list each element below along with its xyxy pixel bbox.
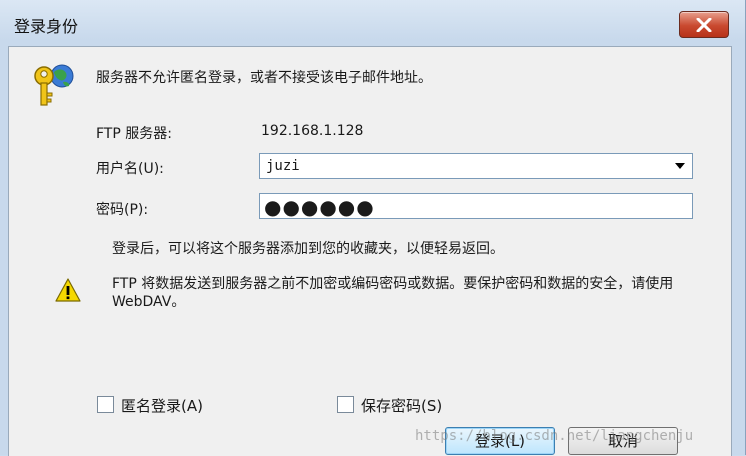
save-password-label[interactable]: 保存密码(S) bbox=[361, 395, 442, 416]
warning-icon bbox=[55, 278, 81, 302]
close-icon bbox=[696, 17, 712, 32]
security-warning: FTP 将数据发送到服务器之前不加密或编码密码或数据。要保护密码和数据的安全，请… bbox=[112, 276, 674, 310]
anonymous-checkbox[interactable] bbox=[97, 396, 114, 413]
anonymous-label[interactable]: 匿名登录(A) bbox=[121, 395, 203, 416]
favorites-note: 登录后，可以将这个服务器添加到您的收藏夹，以便轻易返回。 bbox=[112, 241, 504, 257]
login-button[interactable]: 登录(L) bbox=[445, 427, 555, 455]
dialog-title: 登录身份 bbox=[14, 17, 79, 36]
username-label: 用户名(U): bbox=[96, 161, 164, 177]
password-value[interactable]: ●●●●●● bbox=[264, 195, 375, 219]
login-dialog: 登录身份 服务器不允许匿名登录，或者不接受该电子邮件地址。 FTP 服务器: 1… bbox=[0, 0, 746, 456]
username-value[interactable]: juzi bbox=[266, 158, 300, 174]
username-combobox[interactable]: juzi bbox=[259, 153, 693, 179]
keys-globe-icon bbox=[34, 64, 74, 106]
password-label: 密码(P): bbox=[96, 202, 149, 218]
error-message: 服务器不允许匿名登录，或者不接受该电子邮件地址。 bbox=[96, 70, 432, 86]
password-field[interactable]: ●●●●●● bbox=[259, 193, 693, 219]
server-value: 192.168.1.128 bbox=[261, 123, 364, 139]
server-label: FTP 服务器: bbox=[96, 126, 172, 142]
save-password-checkbox[interactable] bbox=[337, 396, 354, 413]
title-bar[interactable]: 登录身份 bbox=[0, 0, 746, 46]
close-button[interactable] bbox=[679, 11, 729, 38]
cancel-button[interactable]: 取消 bbox=[568, 427, 678, 455]
chevron-down-icon[interactable] bbox=[674, 158, 686, 174]
